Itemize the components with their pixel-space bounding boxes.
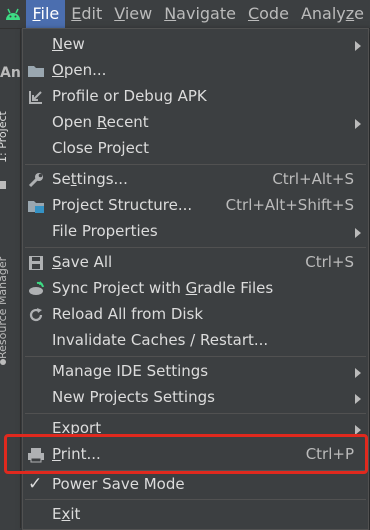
profile-apk-icon <box>27 88 45 106</box>
menu-item-file-properties[interactable]: File Properties <box>23 219 368 245</box>
highlight-annotation-box <box>4 434 368 474</box>
menu-item-power-save-mode[interactable]: ✓ Power Save Mode <box>23 472 368 498</box>
wrench-icon <box>27 171 45 189</box>
shortcut-label: Ctrl+Alt+Shift+S <box>225 196 354 214</box>
menu-file[interactable]: File <box>26 0 66 28</box>
menu-edit[interactable]: Edit <box>65 0 108 28</box>
strip-dot-icon <box>0 359 6 365</box>
menu-item-manage-ide-settings[interactable]: Manage IDE Settings <box>23 359 368 385</box>
menu-analyze[interactable]: Analyze <box>295 0 370 28</box>
submenu-arrow-icon <box>355 368 361 378</box>
main-menu-bar: File Edit View Navigate Code Analyze <box>0 0 370 29</box>
strip-marker-icon <box>0 181 6 189</box>
submenu-arrow-icon <box>355 228 361 238</box>
menu-item-invalidate-caches[interactable]: Invalidate Caches / Restart... <box>23 328 368 354</box>
reload-icon <box>27 306 45 324</box>
menu-item-reload-from-disk[interactable]: Reload All from Disk <box>23 302 368 328</box>
save-icon <box>27 254 45 272</box>
folder-icon <box>27 62 45 80</box>
shortcut-label: Ctrl+S <box>305 253 354 271</box>
menu-item-open-recent[interactable]: Open Recent <box>23 110 368 136</box>
menu-item-sync-gradle[interactable]: Sync Project with Gradle Files <box>23 276 368 302</box>
menu-separator <box>25 164 366 165</box>
android-studio-logo-icon <box>0 0 26 28</box>
checkmark-icon: ✓ <box>28 474 43 494</box>
menu-item-new-projects-settings[interactable]: New Projects Settings <box>23 385 368 411</box>
menu-item-project-structure[interactable]: Project Structure... Ctrl+Alt+Shift+S <box>23 193 368 219</box>
menu-view[interactable]: View <box>108 0 158 28</box>
submenu-arrow-icon <box>355 119 361 129</box>
menu-separator <box>25 247 366 248</box>
submenu-arrow-icon <box>355 41 361 51</box>
project-structure-icon <box>27 197 45 215</box>
menu-item-open[interactable]: Open... <box>23 58 368 84</box>
gradle-sync-icon <box>27 280 45 298</box>
menu-item-exit[interactable]: Exit <box>23 502 368 528</box>
menu-item-profile-debug-apk[interactable]: Profile or Debug APK <box>23 84 368 110</box>
menu-item-settings[interactable]: Settings... Ctrl+Alt+S <box>23 167 368 193</box>
menu-item-close-project[interactable]: Close Project <box>23 136 368 162</box>
menu-separator <box>25 499 366 500</box>
shortcut-label: Ctrl+Alt+S <box>272 170 354 188</box>
menu-code[interactable]: Code <box>242 0 295 28</box>
submenu-arrow-icon <box>355 394 361 404</box>
menu-item-save-all[interactable]: Save All Ctrl+S <box>23 250 368 276</box>
menu-item-new[interactable]: New <box>23 32 368 58</box>
project-name-label: An <box>0 65 21 81</box>
menu-separator <box>25 356 366 357</box>
menu-separator <box>25 413 366 414</box>
tab-resource-manager[interactable]: Resource Manager <box>0 229 9 359</box>
menu-navigate[interactable]: Navigate <box>158 0 242 28</box>
tab-project[interactable]: 1: Project <box>0 95 9 179</box>
